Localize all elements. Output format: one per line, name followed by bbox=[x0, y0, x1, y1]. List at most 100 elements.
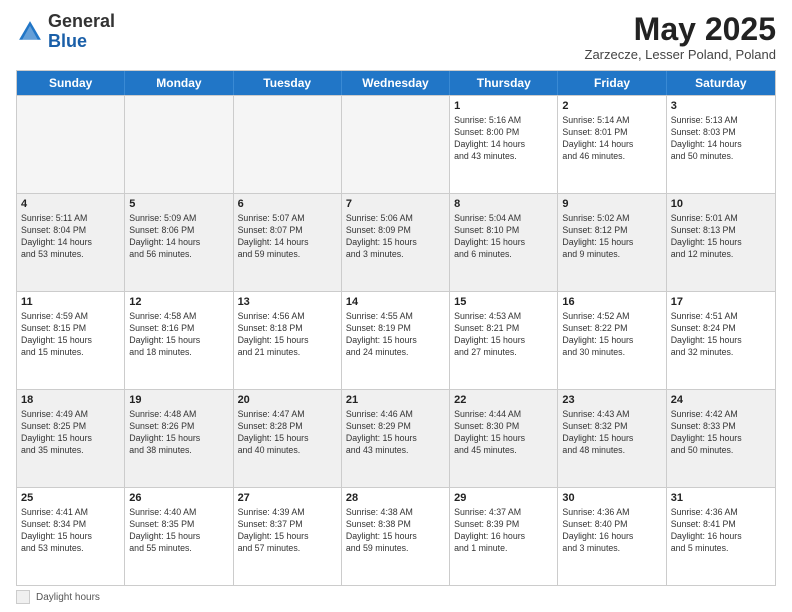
cell-text: Sunrise: 4:40 AM Sunset: 8:35 PM Dayligh… bbox=[129, 507, 228, 555]
weekday-header-tuesday: Tuesday bbox=[234, 71, 342, 95]
cell-text: Sunrise: 4:46 AM Sunset: 8:29 PM Dayligh… bbox=[346, 409, 445, 457]
calendar-cell-2-5: 16Sunrise: 4:52 AM Sunset: 8:22 PM Dayli… bbox=[558, 292, 666, 389]
calendar-cell-1-4: 8Sunrise: 5:04 AM Sunset: 8:10 PM Daylig… bbox=[450, 194, 558, 291]
calendar-cell-4-6: 31Sunrise: 4:36 AM Sunset: 8:41 PM Dayli… bbox=[667, 488, 775, 585]
calendar-cell-3-4: 22Sunrise: 4:44 AM Sunset: 8:30 PM Dayli… bbox=[450, 390, 558, 487]
calendar-cell-3-6: 24Sunrise: 4:42 AM Sunset: 8:33 PM Dayli… bbox=[667, 390, 775, 487]
cell-text: Sunrise: 4:47 AM Sunset: 8:28 PM Dayligh… bbox=[238, 409, 337, 457]
calendar-cell-1-6: 10Sunrise: 5:01 AM Sunset: 8:13 PM Dayli… bbox=[667, 194, 775, 291]
day-number: 1 bbox=[454, 99, 553, 114]
cell-text: Sunrise: 4:38 AM Sunset: 8:38 PM Dayligh… bbox=[346, 507, 445, 555]
day-number: 30 bbox=[562, 491, 661, 506]
calendar-cell-2-2: 13Sunrise: 4:56 AM Sunset: 8:18 PM Dayli… bbox=[234, 292, 342, 389]
day-number: 26 bbox=[129, 491, 228, 506]
logo-text: General Blue bbox=[48, 12, 115, 52]
calendar-cell-0-6: 3Sunrise: 5:13 AM Sunset: 8:03 PM Daylig… bbox=[667, 96, 775, 193]
day-number: 15 bbox=[454, 295, 553, 310]
calendar-cell-2-4: 15Sunrise: 4:53 AM Sunset: 8:21 PM Dayli… bbox=[450, 292, 558, 389]
title-area: May 2025 Zarzecze, Lesser Poland, Poland bbox=[585, 12, 777, 62]
day-number: 3 bbox=[671, 99, 771, 114]
day-number: 31 bbox=[671, 491, 771, 506]
day-number: 13 bbox=[238, 295, 337, 310]
calendar-cell-4-5: 30Sunrise: 4:36 AM Sunset: 8:40 PM Dayli… bbox=[558, 488, 666, 585]
calendar-cell-1-3: 7Sunrise: 5:06 AM Sunset: 8:09 PM Daylig… bbox=[342, 194, 450, 291]
weekday-header-thursday: Thursday bbox=[450, 71, 558, 95]
calendar-cell-1-2: 6Sunrise: 5:07 AM Sunset: 8:07 PM Daylig… bbox=[234, 194, 342, 291]
footer-label: Daylight hours bbox=[36, 592, 100, 603]
cell-text: Sunrise: 4:49 AM Sunset: 8:25 PM Dayligh… bbox=[21, 409, 120, 457]
cell-text: Sunrise: 5:11 AM Sunset: 8:04 PM Dayligh… bbox=[21, 213, 120, 261]
calendar-cell-3-0: 18Sunrise: 4:49 AM Sunset: 8:25 PM Dayli… bbox=[17, 390, 125, 487]
calendar-row-3: 18Sunrise: 4:49 AM Sunset: 8:25 PM Dayli… bbox=[17, 389, 775, 487]
logo: General Blue bbox=[16, 12, 115, 52]
calendar-cell-1-1: 5Sunrise: 5:09 AM Sunset: 8:06 PM Daylig… bbox=[125, 194, 233, 291]
calendar-cell-3-3: 21Sunrise: 4:46 AM Sunset: 8:29 PM Dayli… bbox=[342, 390, 450, 487]
calendar-body: 1Sunrise: 5:16 AM Sunset: 8:00 PM Daylig… bbox=[17, 95, 775, 585]
location-subtitle: Zarzecze, Lesser Poland, Poland bbox=[585, 47, 777, 62]
cell-text: Sunrise: 4:55 AM Sunset: 8:19 PM Dayligh… bbox=[346, 311, 445, 359]
calendar-cell-3-5: 23Sunrise: 4:43 AM Sunset: 8:32 PM Dayli… bbox=[558, 390, 666, 487]
cell-text: Sunrise: 5:13 AM Sunset: 8:03 PM Dayligh… bbox=[671, 115, 771, 163]
cell-text: Sunrise: 4:41 AM Sunset: 8:34 PM Dayligh… bbox=[21, 507, 120, 555]
calendar-cell-3-1: 19Sunrise: 4:48 AM Sunset: 8:26 PM Dayli… bbox=[125, 390, 233, 487]
day-number: 28 bbox=[346, 491, 445, 506]
day-number: 5 bbox=[129, 197, 228, 212]
calendar-row-1: 4Sunrise: 5:11 AM Sunset: 8:04 PM Daylig… bbox=[17, 193, 775, 291]
calendar: SundayMondayTuesdayWednesdayThursdayFrid… bbox=[16, 70, 776, 586]
calendar-cell-0-5: 2Sunrise: 5:14 AM Sunset: 8:01 PM Daylig… bbox=[558, 96, 666, 193]
day-number: 12 bbox=[129, 295, 228, 310]
calendar-cell-0-0 bbox=[17, 96, 125, 193]
cell-text: Sunrise: 4:58 AM Sunset: 8:16 PM Dayligh… bbox=[129, 311, 228, 359]
calendar-row-0: 1Sunrise: 5:16 AM Sunset: 8:00 PM Daylig… bbox=[17, 95, 775, 193]
calendar-row-4: 25Sunrise: 4:41 AM Sunset: 8:34 PM Dayli… bbox=[17, 487, 775, 585]
calendar-cell-2-0: 11Sunrise: 4:59 AM Sunset: 8:15 PM Dayli… bbox=[17, 292, 125, 389]
day-number: 20 bbox=[238, 393, 337, 408]
weekday-header-sunday: Sunday bbox=[17, 71, 125, 95]
footer: Daylight hours bbox=[16, 586, 776, 604]
cell-text: Sunrise: 4:36 AM Sunset: 8:41 PM Dayligh… bbox=[671, 507, 771, 555]
calendar-cell-0-2 bbox=[234, 96, 342, 193]
day-number: 4 bbox=[21, 197, 120, 212]
day-number: 27 bbox=[238, 491, 337, 506]
calendar-row-2: 11Sunrise: 4:59 AM Sunset: 8:15 PM Dayli… bbox=[17, 291, 775, 389]
day-number: 14 bbox=[346, 295, 445, 310]
day-number: 6 bbox=[238, 197, 337, 212]
cell-text: Sunrise: 4:37 AM Sunset: 8:39 PM Dayligh… bbox=[454, 507, 553, 555]
day-number: 21 bbox=[346, 393, 445, 408]
day-number: 9 bbox=[562, 197, 661, 212]
cell-text: Sunrise: 4:52 AM Sunset: 8:22 PM Dayligh… bbox=[562, 311, 661, 359]
day-number: 2 bbox=[562, 99, 661, 114]
day-number: 22 bbox=[454, 393, 553, 408]
calendar-cell-2-3: 14Sunrise: 4:55 AM Sunset: 8:19 PM Dayli… bbox=[342, 292, 450, 389]
day-number: 19 bbox=[129, 393, 228, 408]
calendar-cell-4-0: 25Sunrise: 4:41 AM Sunset: 8:34 PM Dayli… bbox=[17, 488, 125, 585]
cell-text: Sunrise: 4:44 AM Sunset: 8:30 PM Dayligh… bbox=[454, 409, 553, 457]
day-number: 17 bbox=[671, 295, 771, 310]
calendar-cell-0-1 bbox=[125, 96, 233, 193]
cell-text: Sunrise: 4:56 AM Sunset: 8:18 PM Dayligh… bbox=[238, 311, 337, 359]
cell-text: Sunrise: 4:51 AM Sunset: 8:24 PM Dayligh… bbox=[671, 311, 771, 359]
calendar-cell-4-1: 26Sunrise: 4:40 AM Sunset: 8:35 PM Dayli… bbox=[125, 488, 233, 585]
logo-icon bbox=[16, 18, 44, 46]
day-number: 25 bbox=[21, 491, 120, 506]
day-number: 8 bbox=[454, 197, 553, 212]
calendar-cell-2-6: 17Sunrise: 4:51 AM Sunset: 8:24 PM Dayli… bbox=[667, 292, 775, 389]
day-number: 29 bbox=[454, 491, 553, 506]
cell-text: Sunrise: 5:02 AM Sunset: 8:12 PM Dayligh… bbox=[562, 213, 661, 261]
cell-text: Sunrise: 4:36 AM Sunset: 8:40 PM Dayligh… bbox=[562, 507, 661, 555]
cell-text: Sunrise: 4:43 AM Sunset: 8:32 PM Dayligh… bbox=[562, 409, 661, 457]
day-number: 24 bbox=[671, 393, 771, 408]
day-number: 23 bbox=[562, 393, 661, 408]
calendar-cell-1-0: 4Sunrise: 5:11 AM Sunset: 8:04 PM Daylig… bbox=[17, 194, 125, 291]
day-number: 7 bbox=[346, 197, 445, 212]
cell-text: Sunrise: 4:39 AM Sunset: 8:37 PM Dayligh… bbox=[238, 507, 337, 555]
cell-text: Sunrise: 4:53 AM Sunset: 8:21 PM Dayligh… bbox=[454, 311, 553, 359]
cell-text: Sunrise: 5:01 AM Sunset: 8:13 PM Dayligh… bbox=[671, 213, 771, 261]
day-number: 18 bbox=[21, 393, 120, 408]
calendar-cell-0-3 bbox=[342, 96, 450, 193]
calendar-cell-2-1: 12Sunrise: 4:58 AM Sunset: 8:16 PM Dayli… bbox=[125, 292, 233, 389]
weekday-header-friday: Friday bbox=[558, 71, 666, 95]
calendar-cell-1-5: 9Sunrise: 5:02 AM Sunset: 8:12 PM Daylig… bbox=[558, 194, 666, 291]
weekday-header-monday: Monday bbox=[125, 71, 233, 95]
cell-text: Sunrise: 4:42 AM Sunset: 8:33 PM Dayligh… bbox=[671, 409, 771, 457]
